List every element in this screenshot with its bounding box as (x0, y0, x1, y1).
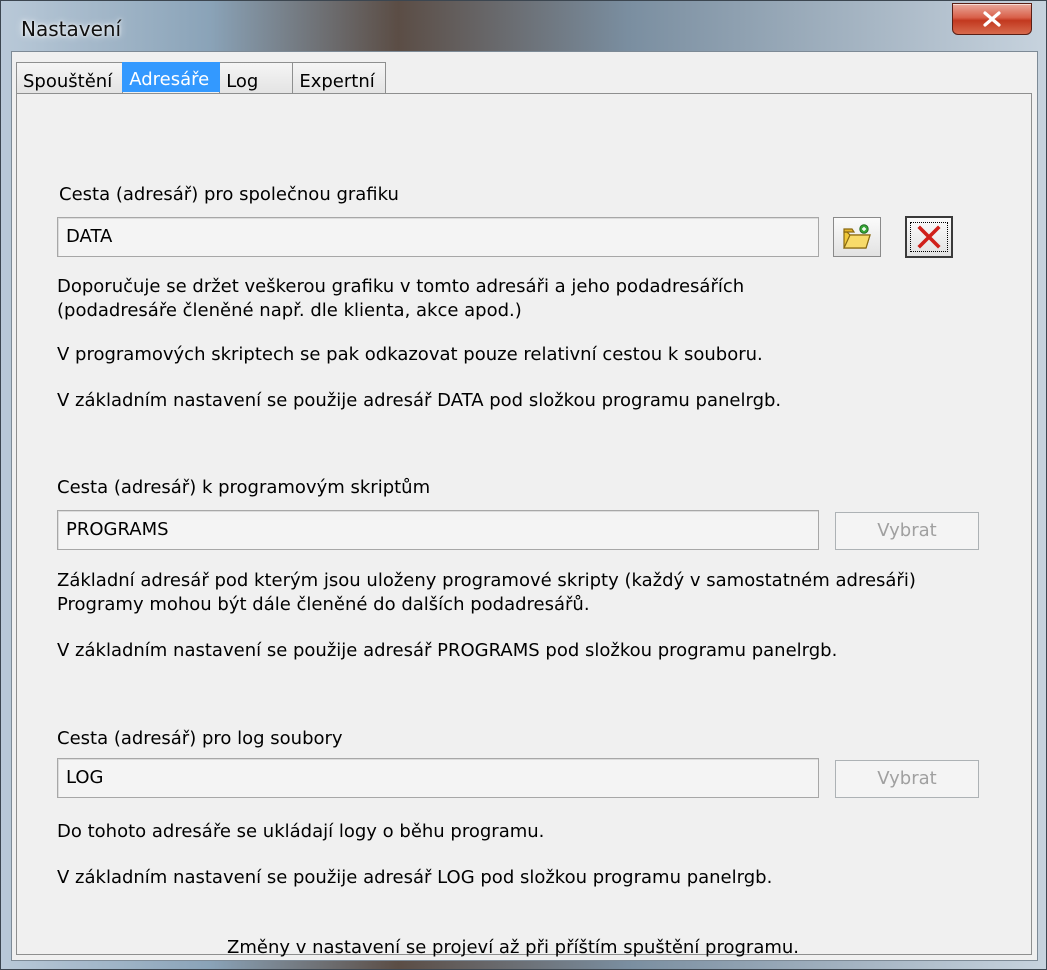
scripts-path-field[interactable]: PROGRAMS (57, 510, 819, 550)
folder-open-icon (843, 224, 871, 249)
tab-strip: Spouštění Adresáře Log Expertní (16, 62, 386, 94)
focus-rectangle (910, 222, 948, 252)
dialog-client-area: Spouštění Adresáře Log Expertní Cesta (a… (11, 51, 1038, 961)
scripts-browse-button[interactable]: Vybrat (835, 512, 979, 550)
tab-spousteni[interactable]: Spouštění (16, 62, 124, 94)
graphics-path-label: Cesta (adresář) pro společnou grafiku (59, 184, 399, 205)
scripts-desc-2: Programy mohou být dále členěné do další… (57, 594, 590, 615)
logs-path-field[interactable]: LOG (57, 758, 819, 798)
tab-panel-adresare: Cesta (adresář) pro společnou grafiku DA… (16, 93, 1032, 958)
graphics-desc-2: (podadresáře členěné např. dle klienta, … (57, 300, 522, 321)
tab-adresare[interactable]: Adresáře (122, 62, 221, 92)
graphics-path-field[interactable]: DATA (57, 217, 819, 257)
clear-graphics-button[interactable] (905, 216, 953, 258)
browse-graphics-button[interactable] (833, 217, 881, 257)
settings-window: Nastavení Spouštění Adresáře Log Expertn… (0, 0, 1047, 970)
title-bar[interactable]: Nastavení (1, 1, 1046, 51)
graphics-desc-3: V programových skriptech se pak odkazova… (57, 344, 763, 365)
close-icon (983, 11, 1001, 27)
logs-desc-1: Do tohoto adresáře se ukládají logy o bě… (57, 821, 545, 842)
scripts-path-label: Cesta (adresář) k programovým skriptům (57, 477, 431, 498)
scripts-desc-1: Základní adresář pod kterým jsou uloženy… (57, 570, 916, 591)
close-button[interactable] (952, 3, 1032, 35)
logs-path-label: Cesta (adresář) pro log soubory (57, 728, 343, 749)
graphics-desc-1: Doporučuje se držet veškerou grafiku v t… (57, 276, 745, 297)
logs-browse-button[interactable]: Vybrat (835, 760, 979, 798)
graphics-desc-4: V základním nastavení se použije adresář… (57, 390, 782, 411)
clear-x-icon (917, 225, 941, 249)
tab-expertni[interactable]: Expertní (292, 62, 386, 94)
restart-notice: Změny v nastavení se projeví až při příš… (227, 937, 800, 958)
scripts-desc-3: V základním nastavení se použije adresář… (57, 640, 838, 661)
window-title: Nastavení (21, 17, 122, 41)
tab-log[interactable]: Log (219, 62, 294, 94)
logs-desc-2: V základním nastavení se použije adresář… (57, 867, 773, 888)
